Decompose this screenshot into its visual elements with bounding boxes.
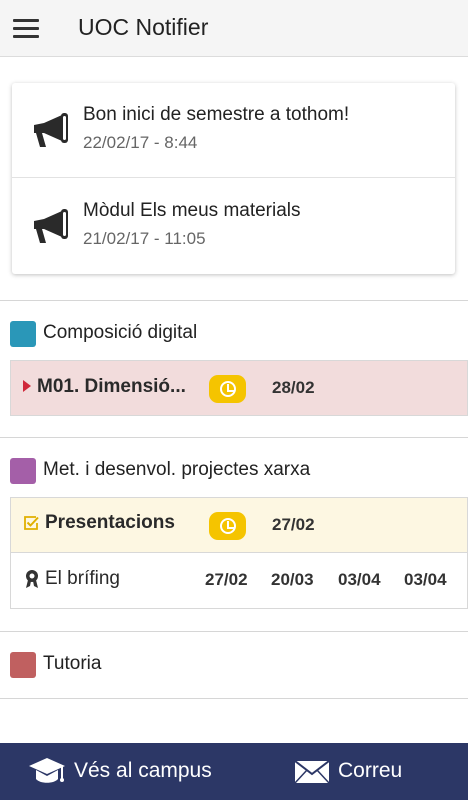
subject-header-composicio-digital[interactable]: Composició digital <box>10 319 460 349</box>
activity-label: El brífing <box>45 568 120 589</box>
mail-button[interactable]: Correu <box>234 743 468 800</box>
clock-icon <box>209 375 246 403</box>
notification-date: 22/02/17 - 8:44 <box>83 133 198 152</box>
campus-label: Vés al campus <box>74 759 212 782</box>
megaphone-icon <box>34 209 68 243</box>
activity-label: M01. Dimensió... <box>37 376 186 397</box>
subject-header-met-desenvol-projectes[interactable]: Met. i desenvol. projectes xarxa <box>10 456 460 486</box>
notifications-card: Bon inici de semestre a tothom! 22/02/17… <box>12 83 455 274</box>
notification-item[interactable]: Bon inici de semestre a tothom! 22/02/17… <box>12 83 455 178</box>
clock-icon <box>209 512 246 540</box>
notification-date: 21/02/17 - 11:05 <box>83 229 206 248</box>
notification-title: Bon inici de semestre a tothom! <box>83 104 350 125</box>
subject-name: Met. i desenvol. projectes xarxa <box>43 459 311 480</box>
divider <box>0 300 468 301</box>
divider <box>0 698 468 699</box>
subject-header-tutoria[interactable]: Tutoria <box>10 650 460 680</box>
divider <box>0 437 468 438</box>
envelope-icon <box>294 760 330 784</box>
subject-color-swatch <box>10 321 36 347</box>
activity-date: 03/04 <box>338 570 381 589</box>
activity-date: 20/03 <box>271 570 314 589</box>
notification-item[interactable]: Mòdul Els meus materials 21/02/17 - 11:0… <box>12 179 455 274</box>
subject-name: Composició digital <box>43 322 198 343</box>
divider <box>0 631 468 632</box>
menu-icon[interactable] <box>13 19 39 39</box>
subject-name: Tutoria <box>43 653 102 674</box>
activity-date: 27/02 <box>205 570 248 589</box>
subject-color-swatch <box>10 458 36 484</box>
megaphone-icon <box>34 113 68 147</box>
award-icon <box>26 570 38 588</box>
activity-date: 27/02 <box>272 515 315 534</box>
bottom-bar: Vés al campus Correu <box>0 743 468 800</box>
notification-title: Mòdul Els meus materials <box>83 200 301 221</box>
activity-date: 28/02 <box>272 378 315 397</box>
app-title: UOC Notifier <box>78 14 209 40</box>
app-bar: UOC Notifier <box>0 0 468 57</box>
mail-label: Correu <box>338 759 403 782</box>
checkbox-checked-icon <box>24 516 39 530</box>
subject-color-swatch <box>10 652 36 678</box>
activity-row[interactable]: El brífing 27/02 20/03 03/04 03/04 <box>10 553 468 609</box>
go-to-campus-button[interactable]: Vés al campus <box>0 743 234 800</box>
activity-label: Presentacions <box>45 512 175 533</box>
activity-date: 03/04 <box>404 570 447 589</box>
caret-right-icon <box>23 380 31 392</box>
graduation-cap-icon <box>29 758 65 783</box>
activity-row[interactable]: M01. Dimensió... 28/02 <box>10 360 468 416</box>
activity-row[interactable]: Presentacions 27/02 <box>10 497 468 553</box>
